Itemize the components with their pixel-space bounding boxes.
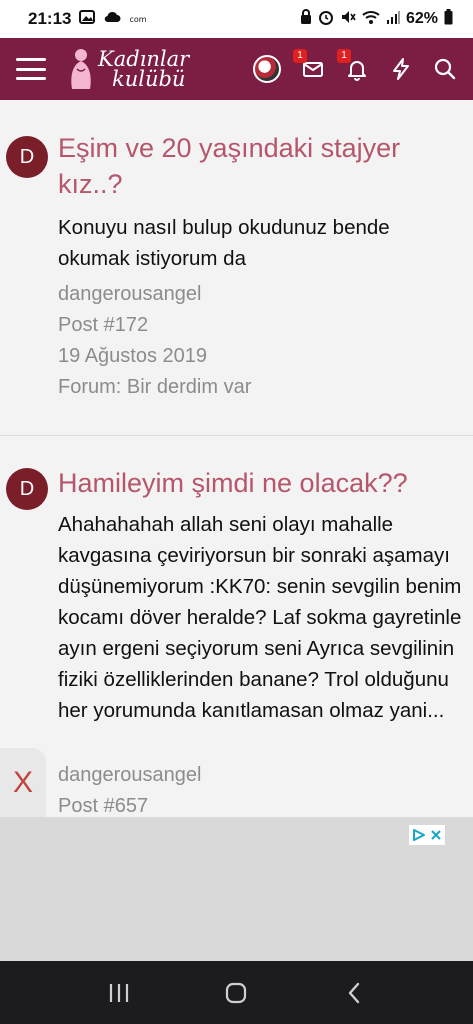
system-nav-bar: [0, 961, 473, 1024]
logo-line1: Kadınlar: [98, 47, 190, 71]
result-title-link[interactable]: Hamileyim şimdi ne olacak??: [58, 465, 461, 501]
adchoices-play-icon: [413, 829, 425, 841]
gallery-icon: [79, 10, 96, 28]
author-link[interactable]: dangerousangel: [58, 279, 251, 310]
ad-close-x-icon: [431, 830, 441, 840]
home-button[interactable]: [216, 973, 256, 1013]
recent-apps-button[interactable]: [99, 973, 139, 1013]
ad-close-button[interactable]: X: [0, 748, 46, 818]
alarm-icon: [318, 9, 334, 30]
site-header: Kadınlar kulübü 1 1: [0, 38, 473, 100]
back-chevron-icon: [348, 982, 360, 1003]
author-link[interactable]: dangerousangel: [58, 760, 201, 791]
user-avatar[interactable]: [253, 55, 281, 83]
alerts-button[interactable]: 1: [337, 49, 369, 81]
post-number: Post #172: [58, 314, 149, 336]
status-bar: 21:13 com 62%: [0, 0, 473, 38]
logo-line2: kulübü: [112, 67, 186, 91]
battery-text: 62%: [405, 10, 438, 27]
whats-new-button[interactable]: [389, 57, 413, 81]
result-meta: dangerousangel Post #172 19 Ağustos 2019…: [58, 279, 251, 403]
search-result-item: D Hamileyim şimdi ne olacak?? Ahahahahah…: [0, 437, 473, 817]
ad-banner[interactable]: [0, 817, 473, 961]
wifi-icon: [362, 9, 380, 30]
messages-button[interactable]: 1: [293, 49, 325, 81]
messages-badge: 1: [293, 49, 307, 63]
cloud-icon: [103, 11, 121, 27]
logo-figure-icon: [71, 49, 91, 89]
status-time: 21:13: [28, 9, 72, 28]
home-icon: [226, 982, 247, 1003]
post-date: 19 Ağustos 2019: [58, 345, 208, 367]
battery-icon: [444, 8, 453, 30]
hamburger-menu-icon[interactable]: [16, 58, 46, 80]
site-logo[interactable]: Kadınlar kulübü: [68, 47, 189, 91]
signal-icon: [386, 10, 400, 29]
result-meta: dangerousangel Post #657: [58, 760, 201, 822]
alerts-badge: 1: [337, 49, 351, 63]
forum-link[interactable]: Forum: Bir derdim var: [58, 372, 251, 403]
result-title-link[interactable]: Eşim ve 20 yaşındaki stajyer kız..?: [58, 130, 461, 202]
recents-icon: [109, 983, 128, 1002]
search-result-item: D Eşim ve 20 yaşındaki stajyer kız..? Ko…: [0, 100, 473, 436]
bolt-icon: [393, 58, 409, 80]
back-button[interactable]: [334, 973, 374, 1013]
lock-icon: [300, 8, 312, 30]
adchoices-button[interactable]: [409, 825, 445, 845]
author-avatar[interactable]: D: [6, 136, 48, 178]
mute-icon: [340, 9, 356, 30]
search-button[interactable]: [433, 57, 457, 81]
result-snippet: Ahahahahah allah seni olayı mahalle kavg…: [58, 513, 462, 722]
search-icon: [434, 58, 456, 80]
author-avatar[interactable]: D: [6, 468, 48, 510]
com-icon: com: [129, 14, 147, 24]
result-snippet: Konuyu nasıl bulup okudunuz bende okumak…: [58, 216, 390, 270]
